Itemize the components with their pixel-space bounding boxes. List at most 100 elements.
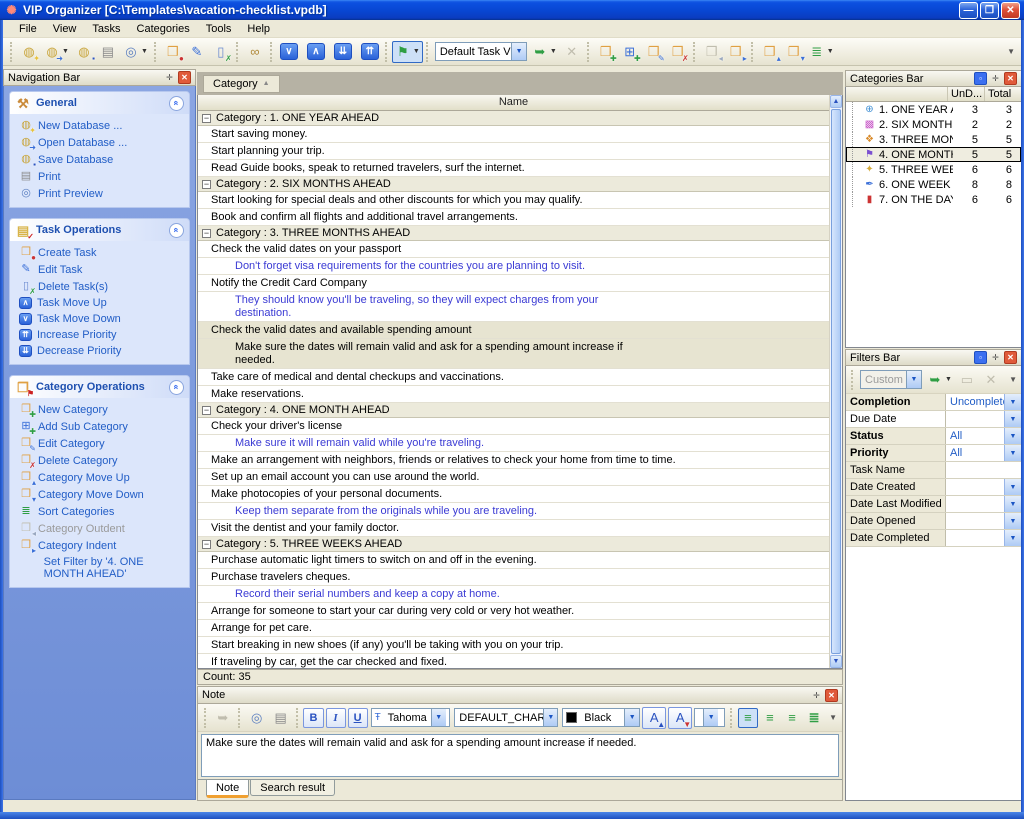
- menu-item[interactable]: Tasks: [84, 21, 128, 37]
- toolbar-grip[interactable]: [204, 708, 208, 728]
- toolbar-button-delete-task[interactable]: ▯✗▼: [209, 41, 233, 63]
- task-row[interactable]: −Make reservations.: [198, 386, 829, 403]
- nav-item-task-move-down[interactable]: ∨Task Move Down: [12, 311, 187, 327]
- filter-row[interactable]: Due Date▼: [846, 411, 1021, 428]
- toolbar-grip[interactable]: [270, 42, 274, 62]
- restore-panel-icon[interactable]: ▫: [974, 351, 987, 364]
- collapse-icon[interactable]: −: [202, 406, 211, 415]
- task-row[interactable]: −Make sure it will remain valid while yo…: [198, 435, 829, 452]
- chevron-down-icon[interactable]: ▼: [906, 371, 921, 388]
- toolbar-button-new-category[interactable]: ❒✚▼: [594, 41, 618, 63]
- toolbar-button-edit-category[interactable]: ❒✎▼: [642, 41, 666, 63]
- delete-filter-button[interactable]: ✕: [979, 369, 1003, 391]
- clear-filter-button[interactable]: ▭: [955, 369, 979, 391]
- chevron-down-icon[interactable]: ▼: [543, 709, 557, 726]
- toolbar-button-decrease-priority[interactable]: ⇊▼: [331, 41, 355, 63]
- task-row[interactable]: −Make photocopies of your personal docum…: [198, 486, 829, 503]
- bold-button[interactable]: B: [303, 708, 323, 728]
- task-row[interactable]: −Start saving money.: [198, 126, 829, 143]
- task-row[interactable]: −Take care of medical and dental checkup…: [198, 369, 829, 386]
- filter-row[interactable]: PriorityAll▼: [846, 445, 1021, 462]
- task-row[interactable]: −Category : 1. ONE YEAR AHEAD: [198, 111, 829, 126]
- nav-item[interactable]: Set Filter by '4. ONE MONTH AHEAD': [12, 554, 187, 582]
- task-row[interactable]: −Check your driver's license: [198, 418, 829, 435]
- toolbar-button-print-preview[interactable]: ◎▼: [120, 41, 151, 63]
- category-item-cat-globe[interactable]: ⊕1. ONE YEAR AHEAD33: [846, 102, 1021, 117]
- close-icon[interactable]: ✕: [825, 689, 838, 702]
- toolbar-button-task-view[interactable]: ⚑▼: [392, 41, 423, 63]
- toolbar-grip[interactable]: [296, 708, 300, 728]
- menu-item[interactable]: View: [45, 21, 85, 37]
- toolbar-button-increase-priority[interactable]: ⇈▼: [358, 41, 382, 63]
- nav-item-category-outdent[interactable]: ❒◂Category Outdent: [12, 520, 187, 537]
- toolbar-overflow-icon[interactable]: ▼: [1007, 47, 1017, 56]
- toolbar-grip[interactable]: [385, 42, 389, 62]
- scroll-up-icon[interactable]: ▲: [830, 95, 842, 108]
- collapse-icon[interactable]: −: [202, 114, 211, 123]
- chevron-down-icon[interactable]: ▼: [1004, 411, 1021, 427]
- nav-item-task-move-up[interactable]: ∧Task Move Up: [12, 295, 187, 311]
- menu-item[interactable]: Categories: [129, 21, 198, 37]
- task-row[interactable]: −Read Guide books, speak to returned tra…: [198, 160, 829, 177]
- restore-panel-icon[interactable]: ▫: [974, 72, 987, 85]
- nav-item-category-move-down[interactable]: ❒▾Category Move Down: [12, 486, 187, 503]
- chevron-down-icon[interactable]: ▼: [703, 709, 718, 726]
- toolbar-grip[interactable]: [236, 42, 240, 62]
- task-row[interactable]: −Make an arrangement with neighbors, fri…: [198, 452, 829, 469]
- toolbar-button-edit-task[interactable]: ✎▼: [185, 41, 209, 63]
- toolbar-grip[interactable]: [587, 42, 591, 62]
- nav-item-edit-task[interactable]: ✎Edit Task: [12, 261, 187, 278]
- apply-filter-button[interactable]: ➥▼: [924, 369, 955, 391]
- filter-row[interactable]: CompletionUncompleted▼: [846, 394, 1021, 411]
- toolbar-button-task-move-down[interactable]: ∨▼: [277, 41, 301, 63]
- chevron-down-icon[interactable]: ▼: [431, 709, 446, 726]
- category-item-cat-day[interactable]: ▮7. ON THE DAY66: [846, 192, 1021, 207]
- task-row[interactable]: −Arrange for someone to start your car d…: [198, 603, 829, 620]
- filter-row[interactable]: Date Completed▼: [846, 530, 1021, 547]
- collapse-chevron-icon[interactable]: «: [169, 380, 184, 395]
- chevron-down-icon[interactable]: ▼: [945, 376, 952, 383]
- minimize-button[interactable]: —: [959, 2, 978, 19]
- nav-item-edit-category[interactable]: ❒✎Edit Category: [12, 435, 187, 452]
- menu-item[interactable]: File: [11, 21, 45, 37]
- task-row[interactable]: −Check the valid dates and available spe…: [198, 322, 829, 339]
- pin-icon[interactable]: ✛: [163, 71, 176, 84]
- task-row[interactable]: −Arrange for pet care.: [198, 620, 829, 637]
- task-row[interactable]: −Keep them separate from the originals w…: [198, 503, 829, 520]
- toolbar-button-save-database[interactable]: ◍▪▼: [72, 41, 96, 63]
- nav-item-print-preview[interactable]: ◎Print Preview: [12, 185, 187, 202]
- chevron-down-icon[interactable]: ▼: [511, 43, 525, 60]
- bullets-button[interactable]: ≣: [804, 708, 824, 728]
- menu-item[interactable]: Help: [239, 21, 278, 37]
- collapse-icon[interactable]: −: [202, 180, 211, 189]
- category-item-cat-pen[interactable]: ✒6. ONE WEEK AHEAD88: [846, 177, 1021, 192]
- category-item-cat-key[interactable]: ✦5. THREE WEEKS AHEAD66: [846, 162, 1021, 177]
- pin-icon[interactable]: ✛: [989, 72, 1002, 85]
- nav-group-task-operations-header[interactable]: ▤✓ Task Operations «: [10, 219, 189, 241]
- chevron-down-icon[interactable]: ▼: [1004, 530, 1021, 546]
- toolbar-button-clear-filter[interactable]: ✕▼: [560, 41, 584, 63]
- filter-row[interactable]: Date Created▼: [846, 479, 1021, 496]
- align-right-button[interactable]: ≡: [782, 708, 802, 728]
- toolbar-button-category-indent[interactable]: ❒▸▼: [724, 41, 748, 63]
- nav-item-delete-category[interactable]: ❒✗Delete Category: [12, 452, 187, 469]
- underline-button[interactable]: U: [348, 708, 368, 728]
- toolbar-button-task-move-up[interactable]: ∧▼: [304, 41, 328, 63]
- category-item-cat-gift[interactable]: ▩2. SIX MONTHS AHEAD22: [846, 117, 1021, 132]
- chevron-down-icon[interactable]: ▼: [827, 48, 834, 55]
- toolbar-overflow-icon[interactable]: ▼: [1009, 375, 1019, 384]
- chevron-down-icon[interactable]: ▼: [62, 48, 69, 55]
- nav-item-add-sub-category[interactable]: ⊞✚Add Sub Category: [12, 418, 187, 435]
- close-icon[interactable]: ✕: [1004, 351, 1017, 364]
- toolbar-button-add-sub-category[interactable]: ⊞✚▼: [618, 41, 642, 63]
- toolbar-button-create-task[interactable]: ❒●▼: [161, 41, 185, 63]
- task-row[interactable]: −Set up an email account you can use aro…: [198, 469, 829, 486]
- toolbar-grip[interactable]: [851, 370, 855, 390]
- task-row[interactable]: −Book and confirm all flights and additi…: [198, 209, 829, 226]
- task-row[interactable]: −Category : 3. THREE MONTHS AHEAD: [198, 226, 829, 241]
- task-row[interactable]: −Category : 2. SIX MONTHS AHEAD: [198, 177, 829, 192]
- category-item-cat-palette[interactable]: ❖3. THREE MONTHS AHEAD55: [846, 132, 1021, 147]
- nav-item-new-database[interactable]: ◍✦New Database ...: [12, 117, 187, 134]
- note-editor[interactable]: Make sure the dates will remain valid an…: [201, 734, 839, 777]
- toolbar-grip[interactable]: [238, 708, 242, 728]
